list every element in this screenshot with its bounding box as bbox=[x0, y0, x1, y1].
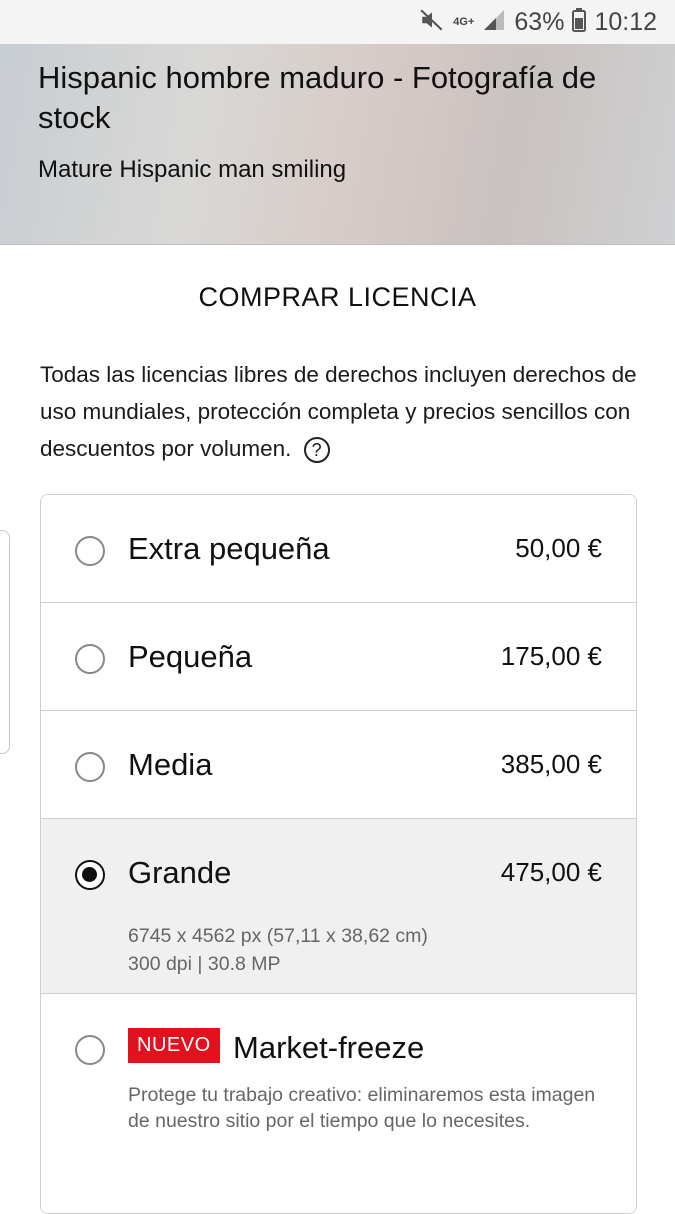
option-price: 50,00 € bbox=[515, 533, 602, 563]
option-name: Extra pequeña bbox=[128, 531, 330, 566]
page-title: Hispanic hombre maduro - Fotografía de s… bbox=[38, 60, 597, 135]
signal-icon bbox=[482, 8, 506, 37]
option-name: Market-freeze bbox=[233, 1030, 425, 1065]
option-price: 385,00 € bbox=[500, 749, 602, 779]
license-option-market-freeze[interactable]: NUEVO Market-freeze Protege tu trabajo c… bbox=[41, 994, 636, 1213]
license-option-medium[interactable]: Media 385,00 € bbox=[41, 711, 636, 819]
option-description: Protege tu trabajo creativo: eliminaremo… bbox=[128, 1084, 596, 1132]
license-option-large[interactable]: Grande 475,00 € 6745 x 4562 px (57,11 x … bbox=[41, 819, 636, 994]
edge-panel-handle[interactable] bbox=[0, 530, 10, 754]
option-resolution: 300 dpi | 30.8 MP bbox=[128, 953, 281, 975]
option-name: Media bbox=[128, 747, 213, 782]
option-dimensions: 6745 x 4562 px (57,11 x 38,62 cm) bbox=[128, 925, 428, 947]
radio-button-selected[interactable] bbox=[75, 860, 105, 890]
radio-button[interactable] bbox=[75, 644, 105, 674]
battery-percent: 63% bbox=[514, 7, 565, 36]
mute-icon bbox=[419, 7, 445, 38]
license-option-small[interactable]: Pequeña 175,00 € bbox=[41, 603, 636, 711]
radio-button[interactable] bbox=[75, 536, 105, 566]
new-badge: NUEVO bbox=[128, 1028, 220, 1063]
image-caption: Mature Hispanic man smiling bbox=[38, 156, 347, 183]
radio-button[interactable] bbox=[75, 1035, 105, 1065]
section-heading: COMPRAR LICENCIA bbox=[198, 282, 477, 312]
option-name: Pequeña bbox=[128, 639, 253, 674]
option-price: 175,00 € bbox=[500, 641, 602, 671]
license-option-extra-small[interactable]: Extra pequeña 50,00 € bbox=[41, 495, 636, 603]
license-intro: Todas las licencias libres de derechos i… bbox=[40, 356, 640, 467]
radio-button[interactable] bbox=[75, 752, 105, 782]
license-intro-text: Todas las licencias libres de derechos i… bbox=[40, 362, 637, 461]
clock: 10:12 bbox=[594, 7, 657, 36]
license-options: Extra pequeña 50,00 € Pequeña 175,00 € M… bbox=[40, 494, 637, 1214]
help-icon[interactable]: ? bbox=[303, 437, 330, 464]
image-header: Hispanic hombre maduro - Fotografía de s… bbox=[0, 44, 675, 245]
status-bar: 4G+ 63% 10:12 bbox=[0, 0, 675, 44]
battery-icon bbox=[572, 7, 587, 37]
network-indicator: 4G+ bbox=[453, 16, 475, 28]
option-name: Grande bbox=[128, 855, 232, 890]
option-price: 475,00 € bbox=[500, 857, 602, 887]
